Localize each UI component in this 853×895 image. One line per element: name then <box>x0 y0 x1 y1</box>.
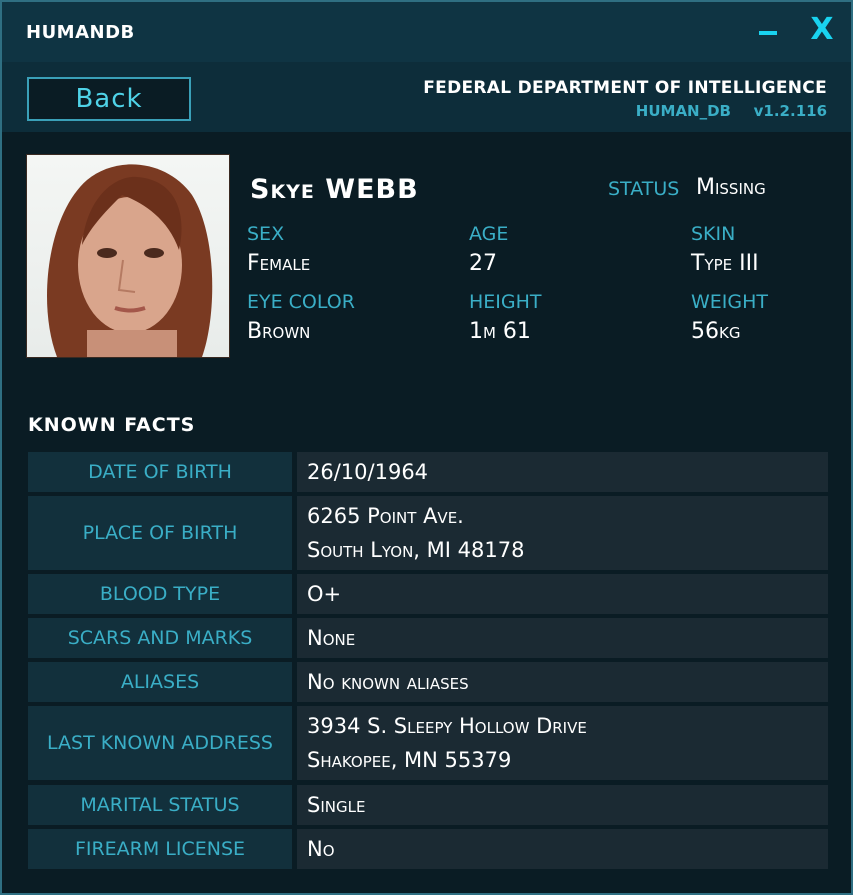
skin-label: SKIN <box>691 223 736 245</box>
fact-row-aliases: ALIASES No known aliases <box>28 662 828 702</box>
weight-value: 56kg <box>691 319 741 344</box>
portrait-image <box>27 155 229 357</box>
status-label: STATUS <box>608 178 680 200</box>
organization-name: FEDERAL DEPARTMENT OF INTELLIGENCE <box>423 78 827 98</box>
height-value: 1m 61 <box>469 319 531 344</box>
fact-value: None <box>297 618 828 658</box>
fact-key: PLACE OF BIRTH <box>28 496 292 570</box>
fact-value: No <box>297 829 828 869</box>
close-button[interactable]: X <box>806 12 838 48</box>
fact-value: 26/10/1964 <box>297 452 828 492</box>
height-label: HEIGHT <box>469 291 542 313</box>
app-window: HUMANDB X Back FEDERAL DEPARTMENT OF INT… <box>0 0 853 895</box>
eye-color-label: EYE COLOR <box>247 291 355 313</box>
fact-key: BLOOD TYPE <box>28 574 292 614</box>
fact-row-marital-status: MARITAL STATUS Single <box>28 785 828 825</box>
fact-value: No known aliases <box>297 662 828 702</box>
sex-label: SEX <box>247 223 285 245</box>
fact-row-place-of-birth: PLACE OF BIRTH 6265 Point Ave. South Lyon… <box>28 496 828 570</box>
close-icon: X <box>810 12 834 47</box>
fact-key: FIREARM LICENSE <box>28 829 292 869</box>
fact-value: Single <box>297 785 828 825</box>
person-name: Skye WEBB <box>250 174 419 205</box>
fact-key: DATE OF BIRTH <box>28 452 292 492</box>
fact-value: O+ <box>297 574 828 614</box>
back-button[interactable]: Back <box>27 77 191 121</box>
fact-row-date-of-birth: DATE OF BIRTH 26/10/1964 <box>28 452 828 492</box>
database-name: HUMAN_DB <box>635 102 731 120</box>
header: Back FEDERAL DEPARTMENT OF INTELLIGENCE … <box>2 62 851 132</box>
fact-value: 6265 Point Ave. South Lyon, MI 48178 <box>297 496 828 570</box>
app-title: HUMANDB <box>26 22 135 43</box>
minimize-icon <box>759 31 777 35</box>
fact-row-last-known-address: LAST KNOWN ADDRESS 3934 S. Sleepy Hollow… <box>28 706 828 780</box>
fact-value: 3934 S. Sleepy Hollow Drive Shakopee, MN … <box>297 706 828 780</box>
fact-row-firearm-license: FIREARM LICENSE No <box>28 829 828 869</box>
status-value: Missing <box>696 175 766 200</box>
skin-value: Type III <box>691 251 759 276</box>
fact-row-blood-type: BLOOD TYPE O+ <box>28 574 828 614</box>
age-value: 27 <box>469 251 497 276</box>
fact-row-scars-and-marks: SCARS AND MARKS None <box>28 618 828 658</box>
eye-color-value: Brown <box>247 319 311 344</box>
profile-photo <box>26 154 230 358</box>
age-label: AGE <box>469 223 509 245</box>
fact-key: ALIASES <box>28 662 292 702</box>
known-facts-title: KNOWN FACTS <box>28 414 196 436</box>
sex-value: Female <box>247 251 311 276</box>
minimize-button[interactable] <box>754 16 784 48</box>
database-version: v1.2.116 <box>753 102 827 120</box>
title-bar[interactable]: HUMANDB X <box>2 2 851 62</box>
fact-key: MARITAL STATUS <box>28 785 292 825</box>
fact-key: LAST KNOWN ADDRESS <box>28 706 292 780</box>
fact-key: SCARS AND MARKS <box>28 618 292 658</box>
weight-label: WEIGHT <box>691 291 769 313</box>
